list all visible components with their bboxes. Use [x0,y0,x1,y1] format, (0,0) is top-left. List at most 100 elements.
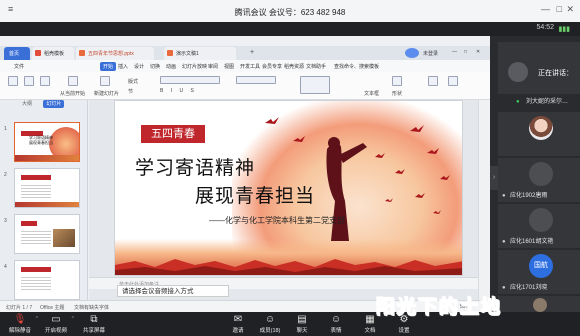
cut-icon[interactable] [8,76,18,86]
start-video-button[interactable]: ▭ 开启视频 ^ [38,314,74,334]
menu-devtools[interactable]: 开发工具 [240,63,260,70]
slide-thumbnail-4[interactable] [14,260,80,300]
participant-tile[interactable]: ● 应化1902唐雨 [498,158,580,202]
docer-icon [35,50,41,56]
paragraph-tools[interactable] [236,76,276,84]
slide-thumbnail-2[interactable] [14,168,80,208]
chevron-down-icon[interactable]: ^ [72,316,74,322]
meeting-status-row: 54:52 ▮▮▮ [0,22,580,36]
text-box-label[interactable]: 文本框 [364,90,379,97]
tab-pptx-file[interactable]: 五四青年节思想.pptx [76,47,154,60]
invite-button[interactable]: ✉ 邀请 [220,314,256,334]
maximize-icon[interactable]: □ [557,4,562,14]
red-flags-decoration [115,259,462,275]
format-painter-icon[interactable] [40,76,50,86]
avatar [529,208,553,232]
members-button[interactable]: ☺ 成员(18) [252,314,288,334]
layout-label[interactable]: 版式 [128,78,138,85]
copy-icon[interactable] [24,76,34,86]
share-screen-button[interactable]: ⧉ 共享屏幕 [76,314,112,334]
tab-slides[interactable]: 幻灯片 [43,100,65,108]
participant-name: 刘大妮的采尔… [526,99,569,105]
menu-view[interactable]: 视图 [224,63,234,70]
login-label[interactable]: 未登录 [423,50,438,57]
participant-tile[interactable] [498,296,580,312]
meeting-window: 腾讯会议 会议号：623 482 948 ≡ — □ ✕ 54:52 ▮▮▮ 首… [0,0,580,336]
participant-tile[interactable]: 刘大妮的采尔… ● [498,94,580,108]
new-tab-icon[interactable]: + [250,49,254,56]
chat-button[interactable]: ▤ 聊天 [284,314,320,334]
tab-home[interactable]: 首页 [4,47,30,60]
tab-presentation1[interactable]: 演示文稿1 [164,47,236,60]
slide-thumbnail-1[interactable]: 学习寄语精神 展现青春担当 [14,122,80,162]
meeting-title-bar: 腾讯会议 会议号：623 482 948 ≡ — □ ✕ [0,0,580,22]
participant-name: 应化1902唐雨 [510,193,548,199]
thumb-number: 1 [4,126,7,132]
tab-docer[interactable]: 稻壳模板 [32,47,74,60]
missing-font-notice[interactable]: 文档有缺失字体 [74,304,109,311]
font-style-buttons[interactable]: B I U S [160,88,197,94]
collapse-panel-icon[interactable]: › [490,166,498,190]
emoji-button[interactable]: ☺ 表情 [318,314,354,334]
menu-member[interactable]: 会员专享 [262,63,282,70]
participant-tile[interactable]: 正在讲话： [498,42,580,94]
thumbnail-pane: 大纲 幻灯片 1 学习寄语精神 展现青春担当 2 3 4 [0,100,88,300]
user-avatar-icon[interactable] [405,48,419,58]
font-selector[interactable] [160,76,220,84]
participant-tile[interactable]: 国航 ● 应化1701刘晓 [498,250,580,294]
minimize-icon[interactable]: — [541,4,550,14]
menu-file[interactable]: 文件 [14,63,24,70]
new-slide-icon[interactable] [100,76,110,86]
wps-tab-bar: 首页 稻壳模板 五四青年节思想.pptx 演示文稿1 + 未登录 — □ ✕ [0,46,490,60]
arrange-icon[interactable] [428,76,438,86]
avatar [529,162,553,186]
participant-name: 应化1701刘晓 [510,285,548,291]
participant-tile[interactable] [498,112,580,156]
unmute-button[interactable]: 🎙 解除静音 ^ [2,314,38,334]
participant-tile[interactable]: ● 应化1601胡文艳 [498,204,580,248]
meeting-title: 腾讯会议 会议号：623 482 948 [234,8,346,17]
camera-off-icon: ▭ [51,314,61,325]
menu-animation[interactable]: 动画 [166,63,176,70]
menu-review[interactable]: 审阅 [208,63,218,70]
muted-mic-icon: ● [502,193,506,199]
menu-doc-assistant[interactable]: 文档助手 [306,63,326,70]
slide-subtitle: ——化学与化工学院本科生第二党支部 [209,216,345,225]
muted-mic-icon: ● [502,285,506,291]
slide-position: 幻灯片 1 / 7 [6,305,33,311]
wps-minimize-icon[interactable]: — [452,49,457,55]
slideshow-icon[interactable] [68,76,78,86]
menu-design[interactable]: 设计 [134,63,144,70]
section-label[interactable]: 节 [128,88,133,95]
close-icon[interactable]: ✕ [566,4,574,15]
watermark-logo: 阳光下的土地 [375,296,503,319]
tab-outline[interactable]: 大纲 [22,101,32,107]
wps-close-icon[interactable]: ✕ [476,49,480,55]
members-icon: ☺ [264,314,276,325]
thumbnail-tabs: 大纲 幻灯片 [22,100,65,108]
window-menu-icon[interactable]: ≡ [8,4,13,14]
text-box-icon[interactable] [300,76,330,94]
thumb-number: 4 [4,264,7,270]
meeting-timer: 54:52 [536,24,554,31]
pptx-icon [79,50,85,56]
vertical-scrollbar[interactable] [478,100,490,300]
slide-thumbnail-3[interactable] [14,214,80,254]
find-icon[interactable] [448,76,458,86]
from-current-label[interactable]: 从当前开始 [60,90,85,97]
search-command-input[interactable]: 查找命令、搜索模板 [334,63,379,70]
new-slide-label[interactable]: 新建幻灯片 [94,90,119,97]
audio-join-toast[interactable]: 请选择会议音频接入方式 [117,285,229,297]
menu-transition[interactable]: 切换 [150,63,160,70]
shape-label[interactable]: 形状 [392,90,402,97]
speaking-label: 正在讲话： [538,70,573,77]
menu-start[interactable]: 开始 [100,62,117,71]
wps-maximize-icon[interactable]: □ [464,49,467,55]
shape-icon[interactable] [392,76,402,86]
current-slide[interactable]: 五四青春 学习寄语精神 展现青春担当 ——化学与化工学院本科生第二党支部 [114,100,463,276]
menu-docer[interactable]: 稻壳资源 [284,63,304,70]
theme-name: Office 主题 [40,305,65,311]
slide-tag: 五四青春 [141,125,205,143]
menu-insert[interactable]: 插入 [118,63,128,70]
menu-slideshow[interactable]: 幻灯片放映 [182,63,207,70]
